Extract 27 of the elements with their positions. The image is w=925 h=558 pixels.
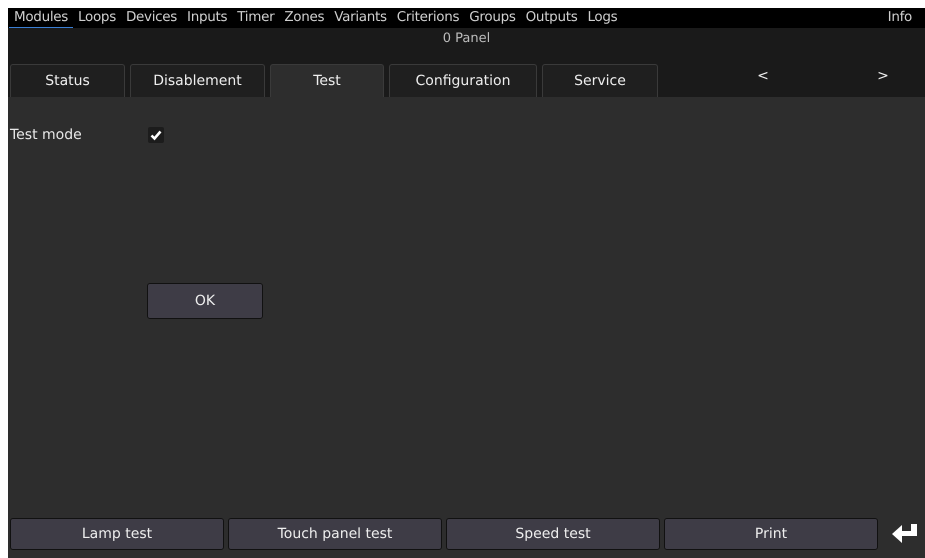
- tab[interactable]: Configuration: [389, 64, 537, 97]
- menu-item[interactable]: Info: [882, 8, 917, 28]
- next-button[interactable]: >: [853, 64, 913, 88]
- tab[interactable]: Test: [270, 64, 384, 97]
- return-icon[interactable]: [892, 523, 918, 545]
- test-mode-checkbox[interactable]: [148, 127, 164, 143]
- previous-button[interactable]: <: [733, 64, 793, 88]
- tab[interactable]: Disablement: [130, 64, 265, 97]
- tab[interactable]: Status: [10, 64, 125, 97]
- menu-item[interactable]: Logs: [582, 8, 622, 28]
- test-mode-label: Test mode: [10, 127, 83, 143]
- test-button[interactable]: Print: [664, 518, 878, 550]
- test-button[interactable]: Lamp test: [10, 518, 224, 550]
- test-button[interactable]: Touch panel test: [228, 518, 442, 550]
- menu-item[interactable]: Variants: [329, 8, 392, 28]
- menu-item[interactable]: Inputs: [182, 8, 232, 28]
- menu-item[interactable]: Groups: [464, 8, 521, 28]
- menu-item[interactable]: Outputs: [520, 8, 582, 28]
- test-button[interactable]: Speed test: [446, 518, 660, 550]
- menu-item[interactable]: Zones: [279, 8, 330, 28]
- menu-item[interactable]: Devices: [120, 8, 182, 28]
- menu-item[interactable]: Timer: [232, 8, 280, 28]
- tab[interactable]: Service: [542, 64, 658, 97]
- menu-item[interactable]: Criterions: [392, 8, 464, 28]
- panel-title: 0 Panel: [442, 30, 490, 48]
- menu-item[interactable]: Loops: [73, 8, 121, 28]
- ok-button[interactable]: OK: [147, 283, 263, 319]
